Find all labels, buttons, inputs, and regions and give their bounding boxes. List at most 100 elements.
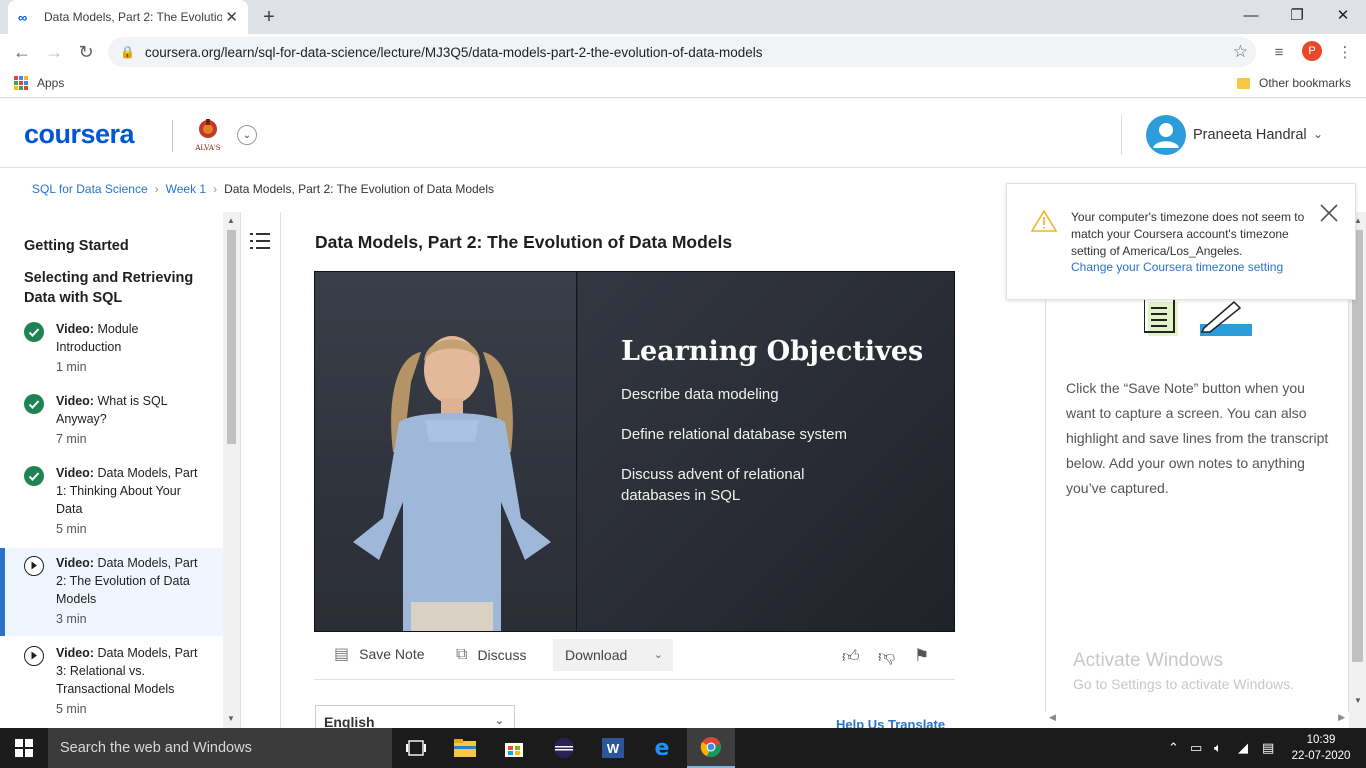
outline-item-what-is-sql[interactable]: Video: What is SQL Anyway? 7 min xyxy=(0,390,223,456)
scroll-down-arrow-icon[interactable]: ▼ xyxy=(227,714,235,723)
close-window-icon[interactable]: ✕ xyxy=(1320,0,1366,30)
tab-title: Data Models, Part 2: The Evolutio xyxy=(44,10,222,24)
timezone-message: Your computer's timezone does not seem t… xyxy=(1071,210,1305,258)
video-player[interactable]: Learning Objectives Describe data modeli… xyxy=(314,271,955,632)
outline-item-title: Video: What is SQL Anyway? xyxy=(56,392,206,428)
outline-item-data-models-part-3[interactable]: Video: Data Models, Part 3: Relational v… xyxy=(0,642,223,728)
apps-label: Apps xyxy=(37,76,65,90)
outline-item-data-models-part-1[interactable]: Video: Data Models, Part 1: Thinking Abo… xyxy=(0,462,223,544)
user-menu-chevron-icon[interactable]: ⌄ xyxy=(1313,127,1323,141)
item-type-label: Video: xyxy=(56,322,94,336)
completed-check-icon xyxy=(24,322,44,342)
discuss-button[interactable]: ⧉ Discuss xyxy=(456,646,526,664)
clock-date: 22-07-2020 xyxy=(1291,750,1351,762)
user-silhouette-icon xyxy=(1153,123,1179,148)
restore-icon[interactable]: ❐ xyxy=(1274,0,1320,30)
item-duration: 7 min xyxy=(56,432,87,446)
user-name[interactable]: Praneeta Handral xyxy=(1193,127,1307,143)
chevron-down-icon[interactable]: ⌄ xyxy=(237,125,257,145)
scroll-up-arrow-icon[interactable]: ▲ xyxy=(227,216,235,225)
new-tab-icon[interactable]: + xyxy=(256,6,282,28)
browser-toolbar: ← → ↻ 🔒 coursera.org/learn/sql-for-data-… xyxy=(0,34,1366,70)
other-bookmarks[interactable]: Other bookmarks xyxy=(1237,76,1351,90)
scroll-down-arrow-icon[interactable]: ▼ xyxy=(1354,696,1362,705)
svg-text:e: e xyxy=(655,737,670,759)
download-dropdown[interactable]: Download ⌄ xyxy=(553,639,673,671)
list-toggle-icon[interactable] xyxy=(250,232,270,250)
item-duration: 3 min xyxy=(56,612,87,626)
presenter-figure xyxy=(353,336,551,631)
volume-icon[interactable]: 🔈︎ xyxy=(1214,740,1222,756)
notes-horizontal-scrollbar[interactable]: ◀ ▶ xyxy=(1045,712,1349,726)
edge-browser-icon[interactable]: e xyxy=(638,728,686,768)
back-icon[interactable]: ← xyxy=(10,40,34,64)
apps-bookmark[interactable]: Apps xyxy=(14,76,64,90)
item-type-label: Video: xyxy=(56,646,94,660)
save-note-button[interactable]: ▤ Save Note xyxy=(334,644,425,664)
course-outline-sidebar: Getting Started Selecting and Retrieving… xyxy=(0,212,223,728)
task-view-icon[interactable] xyxy=(392,728,440,768)
wifi-icon[interactable]: ◢ xyxy=(1238,740,1248,756)
coursera-logo[interactable]: coursera xyxy=(24,119,135,150)
scroll-right-arrow-icon[interactable]: ▶ xyxy=(1338,712,1345,723)
reload-icon[interactable]: ↻ xyxy=(74,40,98,64)
other-bookmarks-label: Other bookmarks xyxy=(1259,76,1352,90)
windows-start-icon[interactable] xyxy=(0,728,48,768)
chrome-browser-icon[interactable] xyxy=(687,728,735,768)
section-title-selecting-data[interactable]: Selecting and Retrieving Data with SQL xyxy=(24,268,209,308)
slide-objective: Define relational database system xyxy=(621,426,847,443)
minimize-icon[interactable]: — xyxy=(1228,0,1274,30)
coursera-header: coursera ALVA'S ⌄ Praneeta Handral ⌄ xyxy=(0,103,1366,168)
change-timezone-link[interactable]: Change your Coursera timezone setting xyxy=(1071,260,1283,274)
show-hidden-icons-chevron-icon[interactable]: ⌃ xyxy=(1168,740,1179,756)
scroll-left-arrow-icon[interactable]: ◀ xyxy=(1049,712,1056,723)
note-icon: ▤ xyxy=(334,646,350,663)
taskbar-search-input[interactable]: Search the web and Windows xyxy=(48,728,392,768)
section-title-getting-started[interactable]: Getting Started xyxy=(24,236,129,256)
breadcrumb-course-link[interactable]: SQL for Data Science xyxy=(32,182,148,196)
action-center-icon[interactable]: ▤ xyxy=(1262,740,1274,756)
taskbar-search-placeholder: Search the web and Windows xyxy=(60,740,252,756)
forward-icon[interactable]: → xyxy=(42,40,66,64)
file-explorer-icon[interactable] xyxy=(441,728,489,768)
word-app-icon[interactable]: W xyxy=(589,728,637,768)
url-text: coursera.org/learn/sql-for-data-science/… xyxy=(144,44,763,60)
activate-windows-title: Activate Windows xyxy=(1073,650,1223,671)
windows-taskbar: Search the web and Windows W e ⌃ ▭ 🔈︎ ◢ … xyxy=(0,728,1366,768)
eclipse-app-icon[interactable] xyxy=(540,728,588,768)
item-duration: 5 min xyxy=(56,522,87,536)
lecture-title: Data Models, Part 2: The Evolution of Da… xyxy=(315,232,733,252)
thumbs-up-icon[interactable]: 👍︎ xyxy=(842,646,860,667)
close-icon[interactable] xyxy=(1318,202,1340,224)
user-avatar[interactable] xyxy=(1146,115,1186,155)
thumbs-down-icon[interactable]: 👎︎ xyxy=(878,646,895,667)
flag-icon[interactable]: ⚑ xyxy=(914,646,929,666)
taskbar-clock[interactable]: 10:39 22-07-2020 xyxy=(1290,732,1352,764)
sidebar-scroll-thumb[interactable] xyxy=(227,230,236,444)
notes-panel: Click the “Save Note” button when you wa… xyxy=(1045,230,1349,712)
browser-tab[interactable]: ∞ Data Models, Part 2: The Evolutio ✕ xyxy=(8,0,248,34)
outline-item-module-introduction[interactable]: Video: Module Introduction 1 min xyxy=(0,318,223,384)
profile-avatar[interactable]: P xyxy=(1302,41,1322,61)
download-label: Download xyxy=(565,647,628,663)
menu-kebab-icon[interactable]: ⋮ xyxy=(1334,41,1356,63)
chevron-down-icon: ⌄ xyxy=(494,715,504,727)
alvas-university-logo[interactable]: ALVA'S xyxy=(193,117,223,153)
reading-list-icon[interactable]: ≡ xyxy=(1268,41,1290,63)
address-bar[interactable]: 🔒 coursera.org/learn/sql-for-data-scienc… xyxy=(108,37,1256,67)
completed-check-icon xyxy=(24,466,44,486)
item-type-label: Video: xyxy=(56,556,94,570)
outline-item-data-models-part-2[interactable]: Video: Data Models, Part 2: The Evolutio… xyxy=(0,548,223,636)
coursera-favicon-icon: ∞ xyxy=(18,9,28,25)
battery-icon[interactable]: ▭ xyxy=(1190,740,1202,756)
bookmark-star-icon[interactable]: ☆ xyxy=(1233,42,1248,62)
item-type-label: Video: xyxy=(56,466,94,480)
slide-objective: Discuss advent of relational databases i… xyxy=(621,466,805,504)
breadcrumb-week-link[interactable]: Week 1 xyxy=(166,182,206,196)
store-icon[interactable] xyxy=(490,728,538,768)
sidebar-scrollbar[interactable]: ▲ ▼ xyxy=(223,212,240,728)
item-duration: 5 min xyxy=(56,702,87,716)
tab-close-icon[interactable]: ✕ xyxy=(225,8,238,26)
breadcrumb: SQL for Data Science › Week 1 › Data Mod… xyxy=(32,182,494,196)
item-type-label: Video: xyxy=(56,394,94,408)
